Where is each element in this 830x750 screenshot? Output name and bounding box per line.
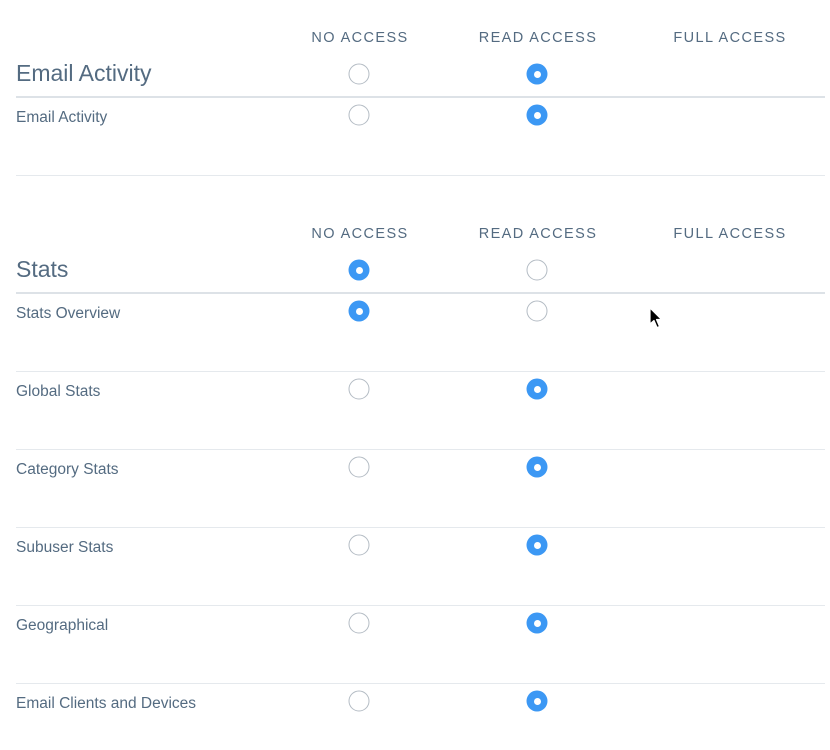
column-header-no-access: NO ACCESS xyxy=(311,226,409,242)
row-no-access-radio[interactable] xyxy=(348,534,370,556)
row-divider xyxy=(16,175,825,176)
section-divider xyxy=(16,292,825,294)
row-no-access-radio[interactable] xyxy=(348,612,370,634)
column-header-read-access: READ ACCESS xyxy=(478,226,598,242)
row-no-access-radio[interactable] xyxy=(348,378,370,400)
row-divider xyxy=(16,527,825,528)
row-read-access-radio[interactable] xyxy=(526,612,548,634)
section-read-access-radio[interactable] xyxy=(526,259,548,281)
row-label-subuser-stats: Subuser Stats xyxy=(16,539,114,556)
row-divider xyxy=(16,449,825,450)
column-header-no-access: NO ACCESS xyxy=(311,30,409,46)
section-divider xyxy=(16,96,825,98)
permissions-panel: NO ACCESS READ ACCESS FULL ACCESS Email … xyxy=(0,0,830,750)
section-no-access-radio[interactable] xyxy=(348,259,370,281)
row-read-access-radio[interactable] xyxy=(526,534,548,556)
row-label-category-stats: Category Stats xyxy=(16,461,119,478)
row-read-access-radio[interactable] xyxy=(526,104,548,126)
row-divider xyxy=(16,605,825,606)
row-no-access-radio[interactable] xyxy=(348,300,370,322)
row-label-geographical: Geographical xyxy=(16,617,109,634)
column-header-read-access: READ ACCESS xyxy=(478,30,598,46)
column-header-full-access: FULL ACCESS xyxy=(673,30,787,46)
row-divider xyxy=(16,683,825,684)
row-label-stats-overview: Stats Overview xyxy=(16,305,121,322)
section-no-access-radio[interactable] xyxy=(348,63,370,85)
row-read-access-radio[interactable] xyxy=(526,456,548,478)
row-label-email-activity: Email Activity xyxy=(16,109,108,126)
section-read-access-radio[interactable] xyxy=(526,63,548,85)
row-read-access-radio[interactable] xyxy=(526,690,548,712)
row-no-access-radio[interactable] xyxy=(348,690,370,712)
row-read-access-radio[interactable] xyxy=(526,378,548,400)
section-title: Email Activity xyxy=(16,60,152,86)
row-no-access-radio[interactable] xyxy=(348,456,370,478)
row-divider xyxy=(16,371,825,372)
mouse-cursor-icon xyxy=(649,307,663,329)
row-label-email-clients-and-devices: Email Clients and Devices xyxy=(16,695,197,712)
row-read-access-radio[interactable] xyxy=(526,300,548,322)
column-header-full-access: FULL ACCESS xyxy=(673,226,787,242)
row-no-access-radio[interactable] xyxy=(348,104,370,126)
row-label-global-stats: Global Stats xyxy=(16,383,101,400)
section-title: Stats xyxy=(16,256,69,282)
